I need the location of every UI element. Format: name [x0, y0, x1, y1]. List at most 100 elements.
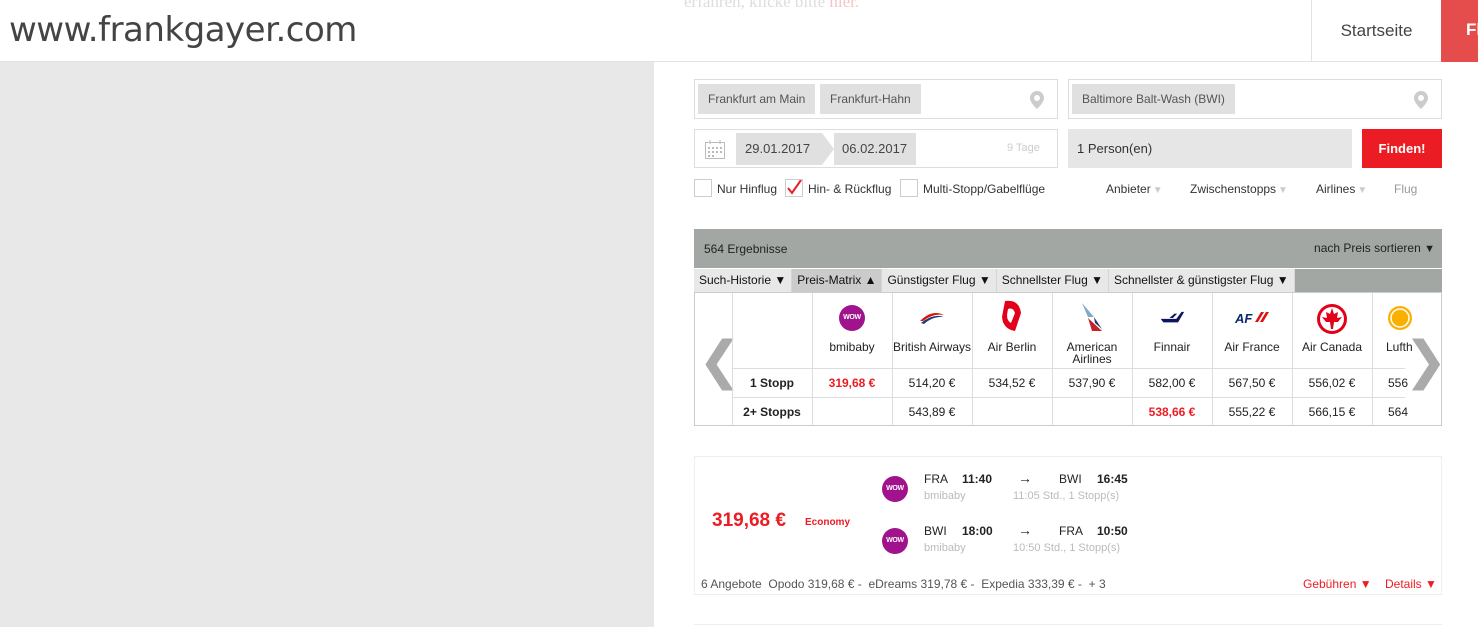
- inbound-dep-time: 18:00: [962, 524, 993, 538]
- results-count: 564 Ergebnisse: [704, 242, 788, 256]
- arrow-right-icon: →: [1018, 470, 1032, 486]
- outbound-arr-time: 16:45: [1097, 472, 1128, 486]
- origin-chip-2[interactable]: Frankfurt-Hahn: [820, 84, 921, 114]
- price-cell[interactable]: 555,22 €: [1212, 405, 1292, 419]
- origin-field[interactable]: Frankfurt am Main Frankfurt-Hahn: [694, 79, 1058, 119]
- date-to[interactable]: 06.02.2017: [834, 133, 916, 165]
- trip-days: 9 Tage: [1007, 142, 1040, 154]
- inbound-to: FRA: [1059, 524, 1083, 538]
- airline-col-air-canada[interactable]: Air Canada: [1292, 293, 1372, 369]
- finnair-logo-icon: [1160, 311, 1185, 323]
- filter-label: Flug: [1394, 182, 1418, 196]
- filter-anbieter[interactable]: Anbieter ▼: [1106, 182, 1163, 196]
- price-cell[interactable]: 564: [1372, 405, 1412, 419]
- calendar-icon[interactable]: [705, 140, 725, 159]
- airline-col-air-france[interactable]: AF Air France: [1212, 293, 1292, 369]
- tab-guenstigster-flug[interactable]: Günstigster Flug ▼: [882, 269, 997, 292]
- airline-name: Air France: [1224, 340, 1280, 354]
- location-pin-icon: [1030, 91, 1044, 109]
- british-airways-logo-icon: [920, 313, 944, 324]
- location-pin-icon: [1414, 91, 1428, 109]
- price-cell[interactable]: 543,89 €: [892, 405, 972, 419]
- inbound-from: BWI: [924, 524, 947, 538]
- date-separator-arrow-icon: [822, 133, 834, 165]
- wow-logo-icon: WOW: [839, 305, 865, 331]
- filter-flug[interactable]: Flug: [1394, 182, 1442, 196]
- nav-startseite[interactable]: Startseite: [1311, 0, 1441, 62]
- find-button[interactable]: Finden!: [1362, 129, 1442, 168]
- destination-field[interactable]: Baltimore Balt-Wash (BWI): [1068, 79, 1442, 119]
- inbound-info: 10:50 Std., 1 Stopp(s): [1013, 542, 1121, 554]
- details-link[interactable]: Details ▼: [1385, 577, 1437, 591]
- price-cell[interactable]: 534,52 €: [972, 376, 1052, 390]
- airline-name: Finnair: [1153, 340, 1191, 354]
- persons-select[interactable]: 1 Person(en): [1068, 129, 1352, 168]
- triangle-down-icon: ▼: [1424, 243, 1435, 255]
- tab-preis-matrix[interactable]: Preis-Matrix ▲: [792, 269, 883, 292]
- airline-name: American Airlines: [1066, 340, 1118, 366]
- airline-col-air-berlin[interactable]: Air Berlin: [972, 293, 1052, 369]
- divider: [694, 624, 1442, 625]
- result-card[interactable]: 319,68 € Economy WOW FRA 11:40 → BWI 16:…: [694, 456, 1442, 595]
- label-multi-stopp: Multi-Stopp/Gabelflüge: [923, 182, 1046, 196]
- filter-airlines[interactable]: Airlines ▼: [1316, 182, 1367, 196]
- results-tabs: Such-Historie ▼ Preis-Matrix ▲ Günstigst…: [694, 269, 1442, 292]
- airline-col-bmibaby[interactable]: WOW bmibaby: [812, 293, 892, 369]
- site-logo[interactable]: www.frankgayer.com: [9, 10, 357, 50]
- filter-zwischenstopps[interactable]: Zwischenstopps ▼: [1190, 182, 1288, 196]
- airline-name: Air Berlin: [987, 340, 1037, 354]
- checkmark-icon: [787, 179, 802, 195]
- arrow-right-icon: →: [1018, 522, 1032, 538]
- outbound-dep-time: 11:40: [962, 472, 993, 486]
- price-cell[interactable]: 566,15 €: [1292, 405, 1372, 419]
- airline-col-finnair[interactable]: Finnair: [1132, 293, 1212, 369]
- bg-text-link[interactable]: hier: [829, 0, 855, 11]
- price-cell[interactable]: 319,68 €: [812, 376, 892, 390]
- date-from[interactable]: 29.01.2017: [736, 133, 822, 165]
- left-panel: [0, 62, 654, 627]
- origin-chip-1[interactable]: Frankfurt am Main: [698, 84, 816, 114]
- row-label-1-stopp: 1 Stopp: [750, 376, 794, 390]
- bg-text-a: erfahren, klicke bitte: [684, 0, 830, 11]
- matrix-next-arrow-icon[interactable]: ❯: [1404, 331, 1441, 391]
- checkbox-hin-rueckflug[interactable]: [785, 179, 803, 197]
- wow-logo-icon: WOW: [882, 528, 908, 554]
- price-cell[interactable]: 538,66 €: [1132, 405, 1212, 419]
- airline-name: bmibaby: [829, 340, 875, 354]
- checkbox-multi-stopp[interactable]: [900, 179, 918, 197]
- divider: [733, 397, 1405, 398]
- row-label-2-stopps: 2+ Stopps: [743, 405, 801, 419]
- svg-text:AF: AF: [1234, 311, 1253, 326]
- outbound-from: FRA: [924, 472, 948, 486]
- outbound-info: 11:05 Std., 1 Stopp(s): [1013, 490, 1120, 502]
- site-header: www.frankgayer.com erfahren, klicke bitt…: [0, 0, 1478, 62]
- tab-schnellster-guenstigster[interactable]: Schnellster & günstigster Flug ▼: [1108, 269, 1295, 292]
- offers-summary[interactable]: 6 Angebote Opodo 319,68 € - eDreams 319,…: [701, 577, 1106, 591]
- sort-by-price[interactable]: nach Preis sortieren ▼: [1314, 241, 1435, 255]
- date-range-field[interactable]: 29.01.2017 06.02.2017 9 Tage: [694, 129, 1058, 168]
- fees-link[interactable]: Gebühren ▼: [1303, 577, 1372, 591]
- background-text: erfahren, klicke bitte hier.: [684, 0, 859, 12]
- outbound-airline: bmibaby: [924, 490, 966, 502]
- price-cell[interactable]: 537,90 €: [1052, 376, 1132, 390]
- filter-label: Anbieter: [1106, 182, 1151, 196]
- inbound-airline: bmibaby: [924, 542, 966, 554]
- checkbox-nur-hinflug[interactable]: [694, 179, 712, 197]
- nav-fluege[interactable]: Fl: [1441, 0, 1478, 62]
- destination-chip[interactable]: Baltimore Balt-Wash (BWI): [1072, 84, 1235, 114]
- price-cell[interactable]: 567,50 €: [1212, 376, 1292, 390]
- tab-such-historie[interactable]: Such-Historie ▼: [694, 269, 793, 292]
- airline-col-american-airlines[interactable]: American Airlines: [1052, 293, 1132, 369]
- price-cell[interactable]: 582,00 €: [1132, 376, 1212, 390]
- triangle-down-icon: ▼: [1152, 185, 1163, 196]
- sort-label: nach Preis sortieren: [1314, 241, 1421, 255]
- result-price: 319,68 €: [712, 510, 786, 531]
- price-cell[interactable]: 514,20 €: [892, 376, 972, 390]
- bg-text-b: .: [854, 0, 860, 11]
- airline-col-british-airways[interactable]: British Airways: [892, 293, 972, 369]
- tab-schnellster-flug[interactable]: Schnellster Flug ▼: [996, 269, 1109, 292]
- air-berlin-logo-icon: [1002, 300, 1021, 331]
- filter-label: Airlines: [1316, 182, 1356, 196]
- price-matrix: ❮ ❯ WOW bmibaby British Airways Air Berl…: [694, 292, 1442, 426]
- price-cell[interactable]: 556,02 €: [1292, 376, 1372, 390]
